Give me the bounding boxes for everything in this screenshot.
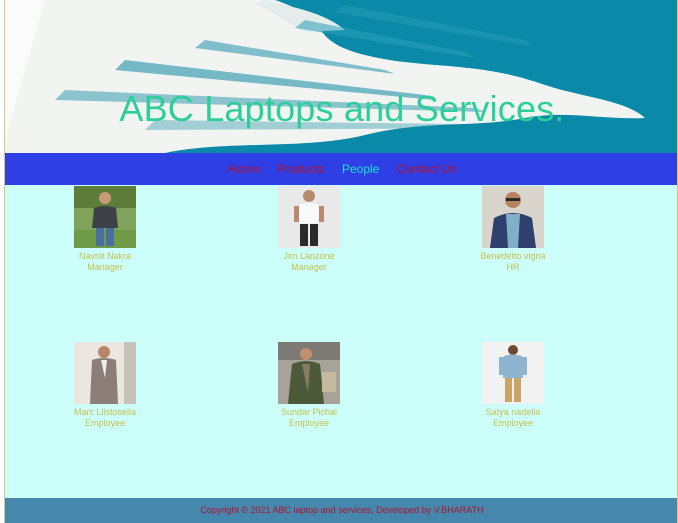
nav-people-link[interactable]: People — [342, 153, 379, 185]
main-navbar: Home Products People Contact Us — [5, 153, 677, 185]
person-name: Jim Lanzone — [283, 251, 335, 261]
person-card: Sundar Pichai Employee — [249, 342, 369, 429]
person-role: Employee — [492, 418, 534, 428]
person-photo — [278, 186, 340, 248]
nav-contact-link[interactable]: Contact Us — [397, 153, 456, 185]
person-name: Marc Llistosella — [73, 407, 137, 417]
nav-home-link[interactable]: Home — [228, 153, 260, 185]
person-name: Satya nadella — [485, 407, 541, 417]
site-title: ABC Laptops and Services. — [119, 88, 565, 129]
person-role: Employee — [84, 418, 126, 428]
page-frame: ABC Laptops and Services. Home Products … — [4, 0, 678, 523]
person-card: Satya nadella Employee — [453, 342, 573, 429]
person-card: Jim Lanzone Manager — [249, 186, 369, 273]
person-photo — [74, 342, 136, 404]
person-photo — [278, 342, 340, 404]
person-card: Benedetto vigna HR — [453, 186, 573, 273]
person-name: Benedetto vigna — [480, 251, 546, 261]
person-photo — [482, 186, 544, 248]
brush-stroke-background — [5, 0, 677, 153]
person-name: Navnit Nakra — [78, 251, 132, 261]
nav-products-link[interactable]: Products — [277, 153, 324, 185]
header-banner: ABC Laptops and Services. — [5, 0, 677, 153]
person-role: Manager — [291, 262, 327, 272]
footer-copyright: Copyright © 2021 ABC laptop and services… — [200, 505, 484, 515]
person-card: Marc Llistosella Employee — [45, 342, 165, 429]
person-role: Manager — [87, 262, 123, 272]
person-name: Sundar Pichai — [280, 407, 338, 417]
person-photo — [482, 342, 544, 404]
person-card: Navnit Nakra Manager — [45, 186, 165, 273]
person-photo — [74, 186, 136, 248]
person-role: Employee — [288, 418, 330, 428]
person-role: HR — [506, 262, 520, 272]
footer: Copyright © 2021 ABC laptop and services… — [5, 498, 677, 523]
